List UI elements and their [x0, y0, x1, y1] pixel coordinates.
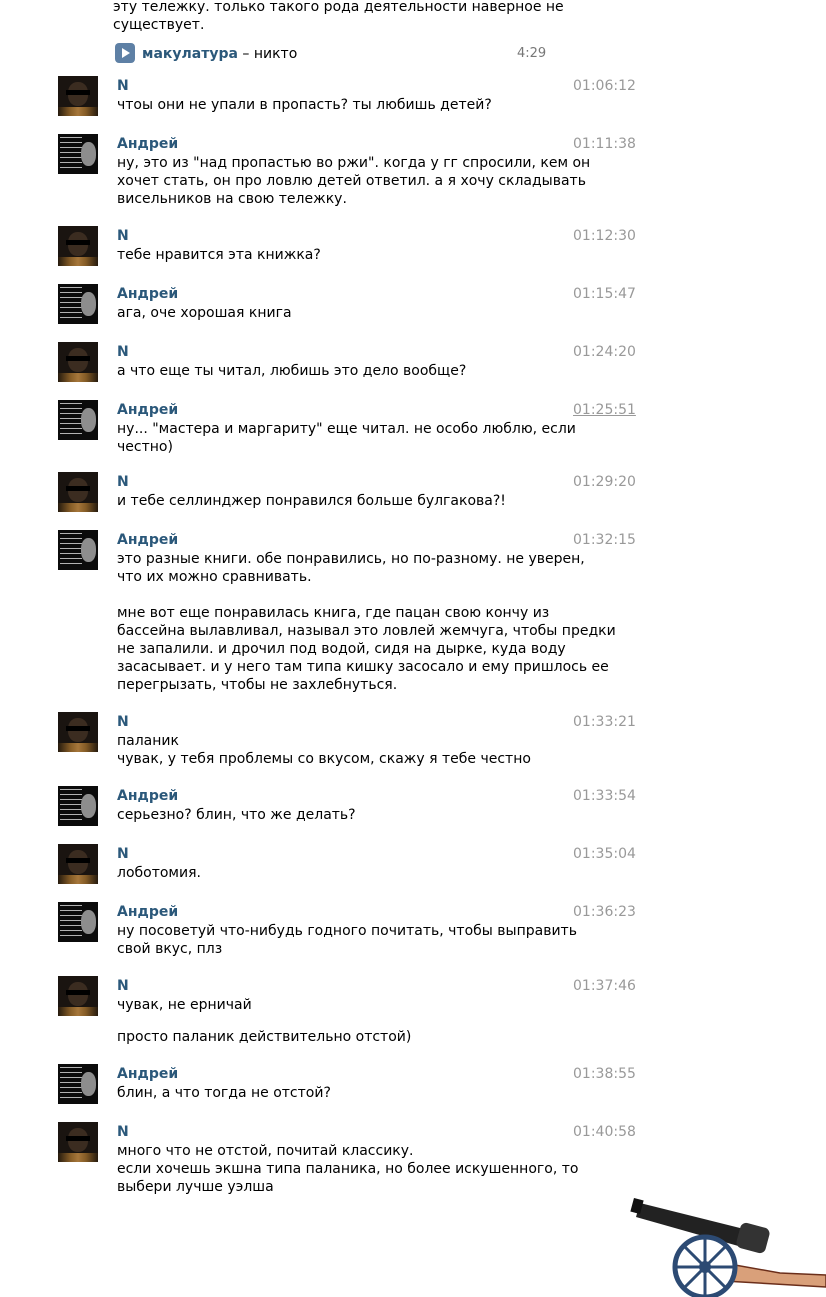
sender-name[interactable]: N: [117, 473, 129, 491]
message-text: серьезно? блин, что же делать?: [117, 807, 356, 823]
avatar[interactable]: [58, 902, 98, 942]
sender-name[interactable]: N: [117, 713, 129, 731]
message-time[interactable]: 01:37:46: [573, 977, 636, 995]
message-time[interactable]: 01:40:58: [573, 1123, 636, 1141]
message-text: честно): [117, 439, 173, 455]
message-time[interactable]: 01:33:54: [573, 787, 636, 805]
message-time[interactable]: 01:36:23: [573, 903, 636, 921]
avatar[interactable]: [58, 530, 98, 570]
avatar[interactable]: [58, 712, 98, 752]
message-text: ну... "мастера и маргариту" еще читал. н…: [117, 421, 576, 437]
message-text: свой вкус, плз: [117, 941, 223, 957]
sender-name[interactable]: N: [117, 977, 129, 995]
message-text: висельников на свою тележку.: [117, 191, 347, 207]
avatar[interactable]: [58, 76, 98, 116]
message-text: перегрызать, чтобы не захлебнуться.: [117, 677, 398, 693]
sender-name[interactable]: Андрей: [117, 401, 178, 419]
sender-name[interactable]: N: [117, 77, 129, 95]
message-text: хочет стать, он про ловлю детей ответил.…: [117, 173, 586, 189]
message-time[interactable]: 01:15:47: [573, 285, 636, 303]
sender-name[interactable]: Андрей: [117, 135, 178, 153]
sender-name[interactable]: N: [117, 1123, 129, 1141]
message-time[interactable]: 01:24:20: [573, 343, 636, 361]
prev-message-line-1: эту тележку. только такого рода деятельн…: [113, 0, 564, 15]
avatar[interactable]: [58, 786, 98, 826]
message-text: чувак, не ерничай: [117, 997, 252, 1013]
message-text: это разные книги. обе понравились, но по…: [117, 551, 585, 567]
avatar[interactable]: [58, 342, 98, 382]
audio-title: – никто: [237, 46, 298, 62]
avatar[interactable]: [58, 400, 98, 440]
sender-name[interactable]: N: [117, 227, 129, 245]
message-time[interactable]: 01:32:15: [573, 531, 636, 549]
message-time[interactable]: 01:12:30: [573, 227, 636, 245]
message-text: ну посоветуй что-нибудь годного почитать…: [117, 923, 577, 939]
audio-artist[interactable]: макулатура: [142, 46, 238, 62]
message-text: а что еще ты читал, любишь это дело вооб…: [117, 363, 467, 379]
message-text: чтоы они не упали в пропасть? ты любишь …: [117, 97, 492, 113]
message-text: тебе нравится эта книжка?: [117, 247, 321, 263]
message-text: блин, а что тогда не отстой?: [117, 1085, 331, 1101]
message-text: паланик: [117, 733, 179, 749]
message-text: ну, это из "над пропастью во ржи". когда…: [117, 155, 591, 171]
sender-name[interactable]: Андрей: [117, 787, 178, 805]
avatar[interactable]: [58, 472, 98, 512]
avatar[interactable]: [58, 226, 98, 266]
play-icon[interactable]: [115, 43, 135, 63]
message-text: что их можно сравнивать.: [117, 569, 312, 585]
message-time[interactable]: 01:33:21: [573, 713, 636, 731]
message-text: много что не отстой, почитай классику.: [117, 1143, 414, 1159]
avatar[interactable]: [58, 134, 98, 174]
message-time[interactable]: 01:38:55: [573, 1065, 636, 1083]
avatar[interactable]: [58, 976, 98, 1016]
audio-track[interactable]: макулатура – никто: [142, 45, 297, 63]
sender-name[interactable]: Андрей: [117, 285, 178, 303]
message-text: не запалили. и дрочил под водой, сидя на…: [117, 641, 566, 657]
message-time[interactable]: 01:29:20: [573, 473, 636, 491]
sender-name[interactable]: N: [117, 343, 129, 361]
avatar[interactable]: [58, 844, 98, 884]
avatar[interactable]: [58, 1122, 98, 1162]
audio-duration: 4:29: [517, 46, 547, 61]
message-time[interactable]: 01:06:12: [573, 77, 636, 95]
avatar[interactable]: [58, 1064, 98, 1104]
message-text: просто паланик действительно отстой): [117, 1029, 412, 1045]
message-text: и тебе селлинджер понравился больше булг…: [117, 493, 506, 509]
message-text: лоботомия.: [117, 865, 201, 881]
cannon-icon: [630, 1197, 826, 1297]
message-text: мне вот еще понравилась книга, где пацан…: [117, 605, 550, 621]
prev-message-line-2: существует.: [113, 17, 205, 33]
sender-name[interactable]: Андрей: [117, 903, 178, 921]
message-text: чувак, у тебя проблемы со вкусом, скажу …: [117, 751, 531, 767]
sender-name[interactable]: Андрей: [117, 1065, 178, 1083]
message-text: засасывает. и у него там типа кишку засо…: [117, 659, 609, 675]
message-text: ага, оче хорошая книга: [117, 305, 292, 321]
sender-name[interactable]: N: [117, 845, 129, 863]
message-text: выбери лучше уэлша: [117, 1179, 274, 1195]
message-time[interactable]: 01:11:38: [573, 135, 636, 153]
avatar[interactable]: [58, 284, 98, 324]
sender-name[interactable]: Андрей: [117, 531, 178, 549]
message-time[interactable]: 01:25:51: [573, 401, 636, 419]
message-text: если хочешь экшна типа паланика, но боле…: [117, 1161, 579, 1177]
message-text: бассейна вылавливал, называл это ловлей …: [117, 623, 616, 639]
message-time[interactable]: 01:35:04: [573, 845, 636, 863]
